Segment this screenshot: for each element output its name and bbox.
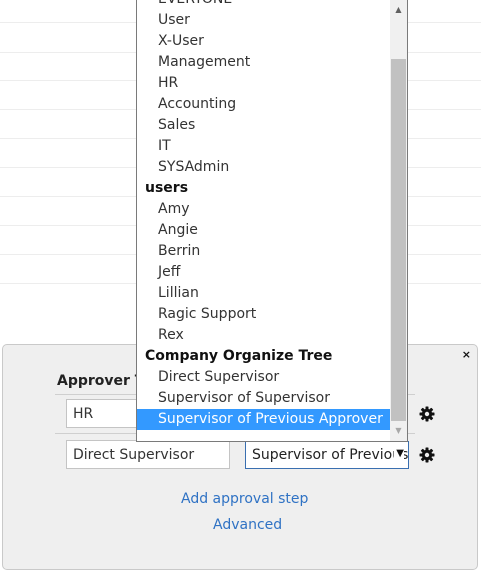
dropdown-option[interactable]: Rex	[137, 325, 390, 346]
dropdown-option[interactable]: EVERYONE	[137, 0, 390, 10]
dropdown-option[interactable]: Ragic Support	[137, 304, 390, 325]
dropdown-options: EVERYONEUserX-UserManagementHRAccounting…	[137, 0, 390, 430]
approver-type-select[interactable]: Supervisor of Previous Approver ▼	[245, 441, 409, 469]
dropdown-option[interactable]: SYSAdmin	[137, 157, 390, 178]
select-value: Supervisor of Previous Approver	[252, 447, 409, 463]
dropdown-option[interactable]: Angie	[137, 220, 390, 241]
dropdown-option[interactable]: Berrin	[137, 241, 390, 262]
dropdown-option[interactable]: Management	[137, 52, 390, 73]
dropdown-option[interactable]: Lillian	[137, 283, 390, 304]
approver-field-2[interactable]: Direct Supervisor	[66, 440, 230, 469]
dropdown-option[interactable]: X-User	[137, 31, 390, 52]
dropdown-option[interactable]: Amy	[137, 199, 390, 220]
approver-type-label: Approver T	[57, 373, 145, 389]
dropdown-option[interactable]: Jeff	[137, 262, 390, 283]
scroll-up-arrow-icon[interactable]: ▲	[390, 1, 407, 18]
dropdown-option[interactable]: Supervisor of Supervisor	[137, 388, 390, 409]
dropdown-option[interactable]: Direct Supervisor	[137, 367, 390, 388]
dropdown-group-header: Company Organize Tree	[145, 348, 333, 364]
close-panel-button[interactable]: ×	[462, 349, 471, 360]
dropdown-option[interactable]: Accounting	[137, 94, 390, 115]
approver-dropdown-list[interactable]: EVERYONEUserX-UserManagementHRAccounting…	[136, 0, 408, 442]
dropdown-option[interactable]: Supervisor of Previous Approver	[137, 409, 390, 430]
scrollbar-thumb[interactable]	[391, 59, 406, 421]
dropdown-option[interactable]: IT	[137, 136, 390, 157]
advanced-link[interactable]: Advanced	[213, 517, 282, 533]
gear-icon[interactable]	[419, 447, 435, 463]
dropdown-option[interactable]: User	[137, 10, 390, 31]
dropdown-option[interactable]: HR	[137, 73, 390, 94]
scroll-down-arrow-icon[interactable]: ▼	[390, 422, 407, 439]
dropdown-group-header: users	[145, 180, 189, 196]
add-approval-step-link[interactable]: Add approval step	[181, 491, 308, 507]
dropdown-option[interactable]: Sales	[137, 115, 390, 136]
dropdown-scrollbar[interactable]: ▲ ▼	[390, 0, 407, 441]
dropdown-arrow-icon: ▼	[394, 448, 404, 459]
gear-icon[interactable]	[419, 406, 435, 422]
